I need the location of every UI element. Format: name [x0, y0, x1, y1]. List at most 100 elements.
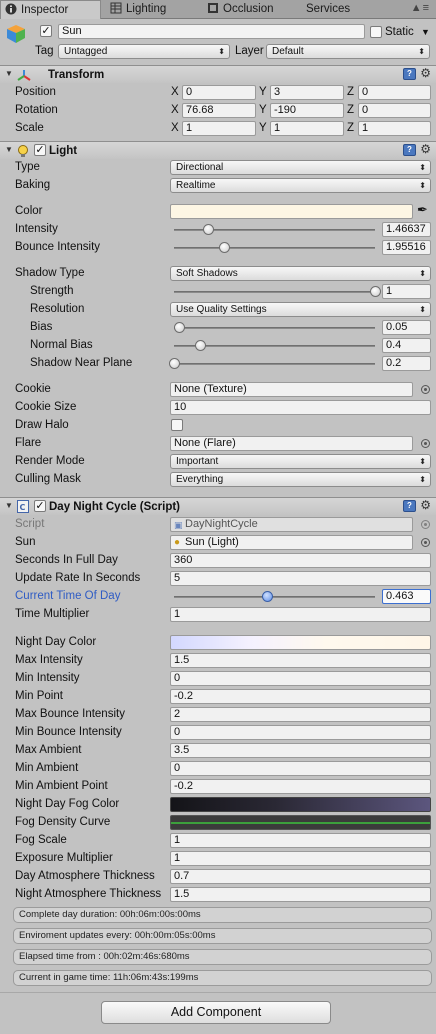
- tab-lighting[interactable]: Lighting: [106, 0, 198, 19]
- dropdown-arrow-icon: ⬍: [419, 475, 426, 484]
- tag-dropdown[interactable]: Untagged ⬍: [58, 44, 230, 59]
- min-intensity-field[interactable]: 0: [170, 671, 431, 686]
- rotation-z-field[interactable]: 0: [358, 103, 431, 118]
- tab-inspector[interactable]: Inspector: [0, 0, 101, 20]
- normal-bias-field[interactable]: 0.4: [382, 338, 431, 353]
- min-ambient-point-field[interactable]: -0.2: [170, 779, 431, 794]
- fog-scale-field[interactable]: 1: [170, 833, 431, 848]
- intensity-field[interactable]: 1.46637: [382, 222, 431, 237]
- day-night-cycle-header[interactable]: ▼ C ✓ Day Night Cycle (Script) ? ⚙: [0, 497, 436, 515]
- active-checkbox[interactable]: ✓: [40, 25, 52, 37]
- script-field: ▣ DayNightCycle: [170, 517, 413, 532]
- min-bounce-field[interactable]: 0: [170, 725, 431, 740]
- position-z-field[interactable]: 0: [358, 85, 431, 100]
- bounce-slider-knob[interactable]: [218, 242, 230, 253]
- transform-header[interactable]: ▼ Transform ? ⚙: [0, 65, 436, 83]
- current-time-field[interactable]: 0.463: [382, 589, 431, 604]
- render-mode-dropdown[interactable]: Important ⬍: [170, 454, 431, 469]
- gear-icon[interactable]: ⚙: [420, 66, 431, 80]
- script-enabled-checkbox[interactable]: ✓: [34, 500, 46, 512]
- draw-halo-checkbox[interactable]: [171, 419, 183, 431]
- foldout-arrow-icon[interactable]: ▼: [5, 69, 13, 78]
- fog-density-curve[interactable]: [170, 815, 431, 830]
- bounce-intensity-field[interactable]: 1.95516: [382, 240, 431, 255]
- position-label: Position: [15, 86, 56, 98]
- static-dropdown-icon[interactable]: ▼: [421, 24, 430, 40]
- scale-y-field[interactable]: 1: [270, 121, 344, 136]
- shadow-type-dropdown[interactable]: Soft Shadows ⬍: [170, 266, 431, 281]
- script-file-icon: ▣: [174, 520, 183, 530]
- strength-field[interactable]: 1: [382, 284, 431, 299]
- min-point-field[interactable]: -0.2: [170, 689, 431, 704]
- object-name-field[interactable]: Sun: [58, 24, 365, 39]
- foldout-arrow-icon[interactable]: ▼: [5, 501, 13, 510]
- object-picker-icon[interactable]: [421, 538, 430, 547]
- day-atmosphere-label: Day Atmosphere Thickness: [15, 870, 155, 882]
- type-dropdown[interactable]: Directional ⬍: [170, 160, 431, 175]
- help-book-icon[interactable]: ?: [403, 68, 416, 80]
- bias-slider-knob[interactable]: [173, 322, 185, 333]
- strength-slider-track[interactable]: [174, 291, 375, 293]
- dropdown-arrow-icon: ⬍: [218, 47, 225, 56]
- dropdown-arrow-icon: ⬍: [418, 47, 425, 56]
- fog-color-gradient[interactable]: [170, 797, 431, 812]
- update-rate-field[interactable]: 5: [170, 571, 431, 586]
- help-book-icon[interactable]: ?: [403, 144, 416, 156]
- time-multiplier-field[interactable]: 1: [170, 607, 431, 622]
- near-plane-field[interactable]: 0.2: [382, 356, 431, 371]
- object-picker-icon[interactable]: [421, 385, 430, 394]
- position-x-field[interactable]: 0: [182, 85, 256, 100]
- normal-bias-slider-knob[interactable]: [194, 340, 206, 351]
- light-header[interactable]: ▼ ✓ Light ? ⚙: [0, 141, 436, 159]
- min-ambient-field[interactable]: 0: [170, 761, 431, 776]
- tab-menu-icon[interactable]: ▲≡: [411, 2, 430, 14]
- static-checkbox[interactable]: [370, 26, 382, 38]
- light-enabled-checkbox[interactable]: ✓: [34, 144, 46, 156]
- rotation-y-field[interactable]: -190: [270, 103, 344, 118]
- night-atmosphere-field[interactable]: 1.5: [170, 887, 431, 902]
- color-swatch[interactable]: [170, 204, 413, 219]
- day-atmosphere-field[interactable]: 0.7: [170, 869, 431, 884]
- culling-mask-dropdown[interactable]: Everything ⬍: [170, 472, 431, 487]
- scale-x-field[interactable]: 1: [182, 121, 256, 136]
- info-icon: [5, 3, 17, 15]
- dropdown-arrow-icon: ⬍: [419, 457, 426, 466]
- eyedropper-icon[interactable]: ✒: [417, 202, 428, 218]
- tag-label: Tag: [35, 45, 54, 57]
- sun-field[interactable]: ● Sun (Light): [170, 535, 413, 550]
- gear-icon[interactable]: ⚙: [420, 142, 431, 156]
- max-intensity-field[interactable]: 1.5: [170, 653, 431, 668]
- bias-slider-track[interactable]: [174, 327, 375, 329]
- exposure-field[interactable]: 1: [170, 851, 431, 866]
- layer-dropdown[interactable]: Default ⬍: [266, 44, 430, 59]
- rotation-x-field[interactable]: 76.68: [182, 103, 256, 118]
- baking-dropdown[interactable]: Realtime ⬍: [170, 178, 431, 193]
- tab-services[interactable]: Services: [302, 0, 372, 19]
- scale-z-field[interactable]: 1: [358, 121, 431, 136]
- cookie-size-field[interactable]: 10: [170, 400, 431, 415]
- position-y-field[interactable]: 3: [270, 85, 344, 100]
- near-plane-slider-knob[interactable]: [168, 358, 180, 369]
- flare-field[interactable]: None (Flare): [170, 436, 413, 451]
- tab-occlusion[interactable]: Occlusion: [203, 0, 295, 19]
- seconds-field[interactable]: 360: [170, 553, 431, 568]
- light-bulb-icon: [17, 145, 29, 157]
- object-picker-icon[interactable]: [421, 439, 430, 448]
- add-component-button[interactable]: Add Component: [101, 1001, 331, 1024]
- current-time-slider-track[interactable]: [174, 596, 375, 598]
- max-bounce-field[interactable]: 2: [170, 707, 431, 722]
- resolution-dropdown[interactable]: Use Quality Settings ⬍: [170, 302, 431, 317]
- near-plane-slider-track[interactable]: [174, 363, 375, 365]
- foldout-arrow-icon[interactable]: ▼: [5, 145, 13, 154]
- strength-slider-knob[interactable]: [369, 286, 381, 297]
- bias-field[interactable]: 0.05: [382, 320, 431, 335]
- render-mode-label: Render Mode: [15, 455, 85, 467]
- current-time-slider-knob[interactable]: [261, 591, 273, 602]
- intensity-slider-knob[interactable]: [202, 224, 214, 235]
- cookie-field[interactable]: None (Texture): [170, 382, 413, 397]
- help-book-icon[interactable]: ?: [403, 500, 416, 512]
- bounce-slider-track[interactable]: [174, 247, 375, 249]
- max-ambient-field[interactable]: 3.5: [170, 743, 431, 758]
- night-day-color-gradient[interactable]: [170, 635, 431, 650]
- gear-icon[interactable]: ⚙: [420, 498, 431, 512]
